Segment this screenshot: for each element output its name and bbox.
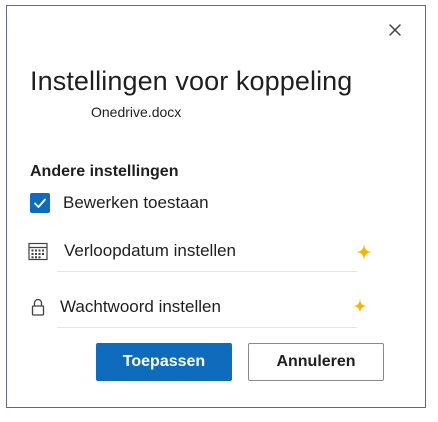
file-name: Onedrive.docx — [91, 104, 182, 120]
close-icon — [389, 24, 401, 36]
sparkle-icon — [353, 299, 367, 313]
password-setting[interactable]: Wachtwoord instellen — [27, 288, 372, 328]
apply-button[interactable]: Toepassen — [96, 343, 232, 381]
allow-editing-label: Bewerken toestaan — [63, 193, 209, 212]
password-divider — [57, 327, 357, 328]
link-settings-dialog: Instellingen voor koppeling Onedrive.doc… — [6, 5, 426, 408]
allow-editing-checkbox-row[interactable]: Bewerken toestaan — [30, 192, 209, 214]
checkmark-icon — [34, 198, 46, 208]
expiration-date-setting[interactable]: Verloopdatum instellen — [27, 232, 372, 272]
expiration-date-divider — [57, 271, 357, 272]
dialog-title: Instellingen voor koppeling — [30, 66, 353, 96]
cancel-button[interactable]: Annuleren — [248, 343, 384, 381]
sparkle-icon — [356, 244, 372, 260]
section-heading: Andere instellingen — [30, 163, 179, 180]
close-button[interactable] — [385, 20, 405, 40]
password-label: Wachtwoord instellen — [60, 297, 221, 316]
calendar-icon — [28, 242, 48, 261]
lock-icon — [31, 298, 45, 316]
allow-editing-checkbox[interactable] — [30, 193, 50, 213]
expiration-date-label: Verloopdatum instellen — [64, 241, 237, 260]
